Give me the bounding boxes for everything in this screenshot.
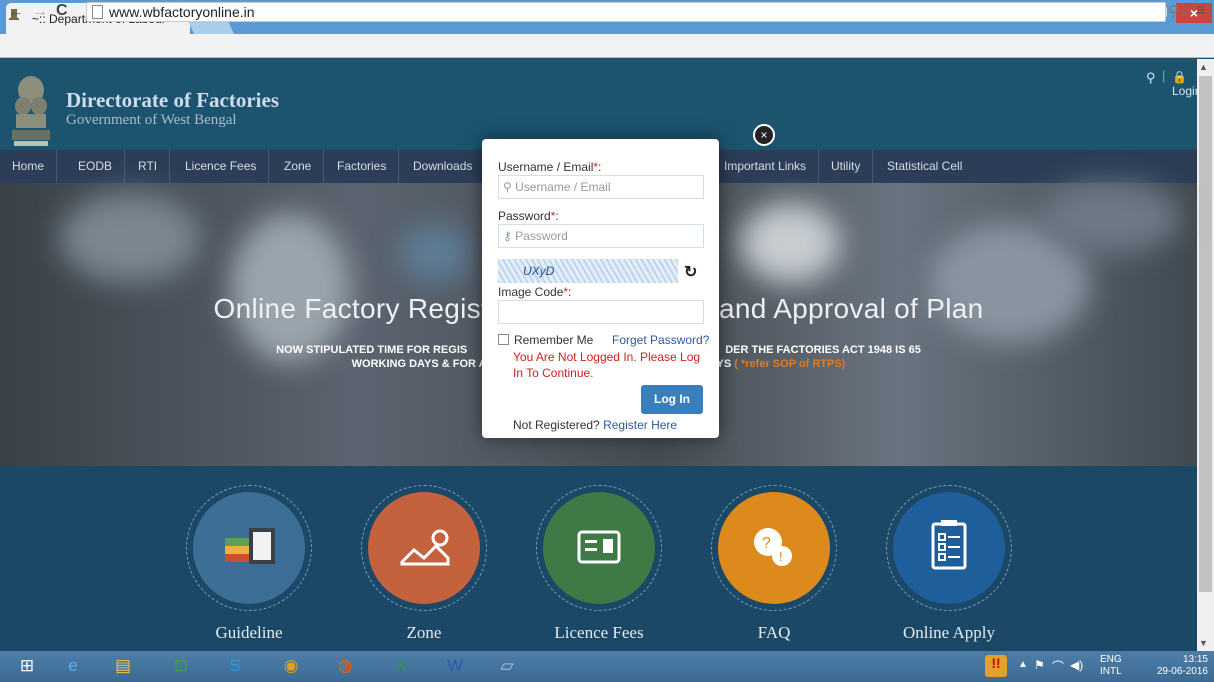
hero-title-left: Online Factory Regist bbox=[213, 293, 490, 324]
password-label-text: Password bbox=[498, 209, 551, 223]
hero-sub2-left: WORKING DAYS & FOR A bbox=[351, 358, 487, 370]
nav-home[interactable]: Home bbox=[0, 150, 58, 183]
modal-close-button[interactable]: × bbox=[753, 124, 775, 146]
nav-factories[interactable]: Factories bbox=[325, 150, 400, 183]
nav-eodb[interactable]: EODB bbox=[66, 150, 126, 183]
notebook-icon[interactable]: ▱ bbox=[484, 651, 530, 682]
online-apply-label[interactable]: Online Apply bbox=[869, 623, 1029, 643]
faq-label[interactable]: FAQ bbox=[694, 623, 854, 643]
nav-important-links[interactable]: Important Links bbox=[712, 150, 820, 183]
page-icon bbox=[92, 5, 103, 19]
faq-button[interactable]: ? ! bbox=[718, 492, 830, 604]
user-icon: ⚲ bbox=[503, 180, 512, 194]
forget-password-link[interactable]: Forget Password? bbox=[612, 333, 709, 347]
nav-zone[interactable]: Zone bbox=[272, 150, 325, 183]
tray-notification-icon[interactable]: !! bbox=[985, 655, 1007, 677]
map-icon bbox=[400, 529, 450, 566]
username-input[interactable]: ⚲ Username / Email bbox=[498, 175, 704, 199]
guideline-button[interactable] bbox=[193, 492, 305, 604]
login-error-message: You Are Not Logged In. Please Log In To … bbox=[513, 350, 701, 380]
address-bar[interactable]: www.wbfactoryonline.in bbox=[86, 2, 1166, 22]
guideline-label[interactable]: Guideline bbox=[169, 623, 329, 643]
image-code-label: Image Code*: bbox=[498, 285, 571, 299]
login-button[interactable]: Log In bbox=[641, 385, 703, 414]
key-icon: ⚷ bbox=[503, 229, 512, 243]
label-colon: : bbox=[568, 285, 572, 299]
image-code-label-text: Image Code bbox=[498, 285, 564, 299]
scroll-up-icon[interactable]: ▲ bbox=[1199, 62, 1208, 72]
scroll-down-icon[interactable]: ▼ bbox=[1199, 638, 1208, 648]
label-colon: : bbox=[598, 160, 602, 174]
svg-text:!: ! bbox=[779, 549, 783, 564]
captcha-image: UXyD bbox=[498, 259, 678, 283]
lang-line2: INTL bbox=[1100, 666, 1122, 677]
tray-expand-icon[interactable]: ▲ bbox=[1018, 659, 1028, 670]
id-card-icon bbox=[577, 530, 621, 564]
url-text: www.wbfactoryonline.in bbox=[109, 4, 255, 20]
username-label: Username / Email*: bbox=[498, 160, 601, 174]
not-registered-label: Not Registered? bbox=[513, 418, 600, 432]
online-apply-button[interactable] bbox=[893, 492, 1005, 604]
password-label: Password*: bbox=[498, 209, 559, 223]
search-icon[interactable]: ⚲ bbox=[1146, 70, 1156, 86]
tray-action-center-icon[interactable]: ⚑ bbox=[1034, 658, 1045, 672]
browser-menu-icon[interactable]: ≡ bbox=[1196, 2, 1205, 20]
tray-network-icon[interactable]: ⌒ bbox=[1052, 658, 1064, 675]
register-here-link[interactable]: Register Here bbox=[603, 418, 677, 432]
licence-fees-button[interactable] bbox=[543, 492, 655, 604]
zone-button[interactable] bbox=[368, 492, 480, 604]
clock-date: 29-06-2016 bbox=[1156, 666, 1208, 677]
chrome-icon[interactable]: ◉ bbox=[268, 651, 314, 682]
file-explorer-icon[interactable]: ▤ bbox=[100, 651, 146, 682]
site-subtitle: Government of West Bengal bbox=[66, 112, 237, 128]
remember-me-checkbox[interactable] bbox=[498, 334, 509, 345]
reload-button[interactable]: C bbox=[56, 2, 68, 20]
browser-toolbar bbox=[0, 34, 1214, 58]
forward-button[interactable]: → bbox=[32, 3, 48, 21]
svg-text:?: ? bbox=[762, 535, 771, 552]
zoom-bookmark-icon[interactable]: ⚲☆ bbox=[1168, 2, 1192, 20]
licence-fees-label[interactable]: Licence Fees bbox=[519, 623, 679, 643]
skype-icon[interactable]: S bbox=[212, 651, 258, 682]
username-label-text: Username / Email bbox=[498, 160, 594, 174]
store-icon[interactable]: ⊡ bbox=[158, 651, 204, 682]
lang-line1: ENG bbox=[1100, 654, 1122, 665]
zone-label[interactable]: Zone bbox=[344, 623, 504, 643]
label-colon: : bbox=[555, 209, 559, 223]
clock-time: 13:15 bbox=[1182, 654, 1208, 665]
header-separator: | bbox=[1162, 68, 1166, 83]
question-chat-icon: ? ! bbox=[754, 528, 792, 566]
nav-utility[interactable]: Utility bbox=[819, 150, 874, 183]
refresh-captcha-icon[interactable]: ↻ bbox=[684, 262, 697, 282]
hero-title-right: and Approval of Plan bbox=[719, 293, 984, 324]
word-icon[interactable]: W bbox=[432, 651, 478, 682]
remember-me-label[interactable]: Remember Me bbox=[514, 333, 593, 347]
checklist-icon bbox=[931, 520, 967, 570]
password-input[interactable]: ⚷ Password bbox=[498, 224, 704, 248]
excel-icon[interactable]: X bbox=[378, 651, 424, 682]
nav-statistical-cell[interactable]: Statistical Cell bbox=[875, 150, 974, 183]
books-icon bbox=[225, 528, 275, 564]
hero-sub1-left: NOW STIPULATED TIME FOR REGIS bbox=[276, 344, 468, 356]
scrollbar-thumb[interactable] bbox=[1199, 76, 1212, 592]
windows-start-icon[interactable]: ⊞ bbox=[4, 651, 50, 682]
hero-sub1-right: DER THE FACTORIES ACT 1948 IS 65 bbox=[725, 344, 921, 356]
password-placeholder: Password bbox=[515, 229, 568, 243]
state-emblem-logo bbox=[12, 76, 50, 146]
back-button[interactable]: ← bbox=[8, 3, 24, 21]
image-code-input[interactable] bbox=[498, 300, 704, 324]
nav-downloads[interactable]: Downloads bbox=[401, 150, 486, 183]
nav-licence-fees[interactable]: Licence Fees bbox=[173, 150, 270, 183]
tray-volume-icon[interactable]: ◀) bbox=[1070, 658, 1083, 672]
not-registered-text: Not Registered? Register Here bbox=[513, 418, 677, 432]
language-indicator[interactable]: ENG INTL bbox=[1100, 654, 1122, 678]
sop-note[interactable]: ( *refer SOP of RTPS) bbox=[734, 358, 845, 370]
firefox-icon[interactable]: ◍ bbox=[322, 651, 368, 682]
nav-rti[interactable]: RTI bbox=[126, 150, 171, 183]
taskbar-clock[interactable]: 13:15 29-06-2016 bbox=[1140, 654, 1208, 678]
username-placeholder: Username / Email bbox=[515, 180, 611, 194]
internet-explorer-icon[interactable]: e bbox=[50, 651, 96, 682]
site-title: Directorate of Factories bbox=[66, 88, 279, 112]
